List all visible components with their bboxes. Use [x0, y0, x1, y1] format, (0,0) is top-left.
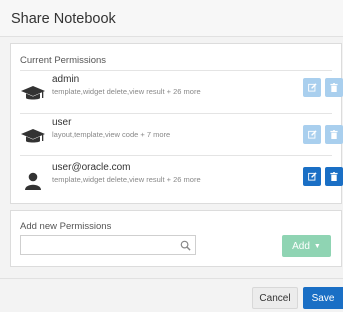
edit-icon	[307, 83, 317, 92]
permission-name: admin	[52, 74, 80, 85]
current-permissions-panel: Current Permissions admin template,widge…	[10, 43, 343, 204]
permission-row-admin: admin template,widget delete,view result…	[11, 74, 343, 112]
edit-icon	[307, 172, 317, 181]
delete-permission-button[interactable]	[325, 167, 343, 186]
permission-row-user: user layout,template,view code + 7 more	[11, 117, 343, 155]
graduation-cap-icon	[21, 86, 45, 100]
dialog-header: Share Notebook	[0, 0, 343, 37]
permission-search-input[interactable]	[20, 235, 196, 255]
footer-divider	[0, 278, 343, 279]
divider	[20, 70, 332, 71]
add-permissions-panel: Add new Permissions Add ▼	[10, 210, 342, 267]
add-button-label: Add	[292, 240, 310, 252]
save-button[interactable]: Save	[303, 287, 343, 309]
trash-icon	[330, 172, 338, 181]
permission-name: user	[52, 117, 72, 128]
graduation-cap-icon	[21, 129, 45, 143]
user-icon	[25, 172, 41, 190]
add-permissions-label: Add new Permissions	[20, 221, 112, 232]
edit-permission-button[interactable]	[303, 78, 321, 97]
current-permissions-label: Current Permissions	[20, 55, 107, 66]
cancel-button[interactable]: Cancel	[252, 287, 298, 309]
delete-permission-button[interactable]	[325, 78, 343, 97]
delete-permission-button[interactable]	[325, 125, 343, 144]
permission-row-user-email: user@oracle.com template,widget delete,v…	[11, 162, 343, 200]
caret-down-icon: ▼	[313, 242, 321, 250]
add-permission-button[interactable]: Add ▼	[282, 235, 331, 257]
permission-detail: template,widget delete,view result + 26 …	[52, 87, 201, 96]
dialog-title: Share Notebook	[11, 11, 116, 27]
edit-permission-button[interactable]	[303, 167, 321, 186]
trash-icon	[330, 83, 338, 92]
edit-permission-button[interactable]	[303, 125, 321, 144]
share-notebook-dialog: Share Notebook Current Permissions admin…	[0, 0, 343, 312]
edit-icon	[307, 130, 317, 139]
permission-detail: template,widget delete,view result + 26 …	[52, 175, 201, 184]
trash-icon	[330, 130, 338, 139]
permission-detail: layout,template,view code + 7 more	[52, 130, 171, 139]
permission-name: user@oracle.com	[52, 162, 131, 173]
divider	[20, 155, 332, 156]
divider	[20, 113, 332, 114]
search-icon	[180, 240, 191, 251]
